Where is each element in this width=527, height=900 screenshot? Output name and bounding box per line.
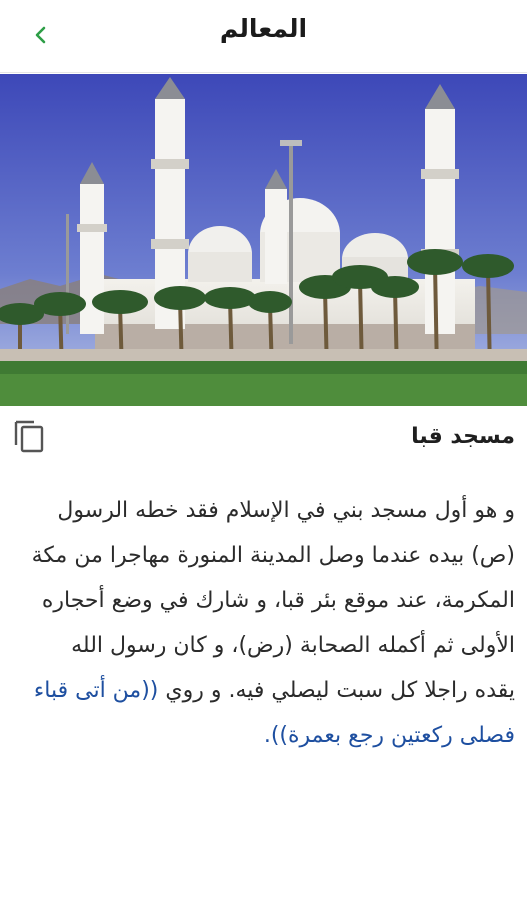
landmark-description: و هو أول مسجد بني في الإسلام فقد خطه الر… [24,488,515,758]
app-header: المعالم [0,0,527,73]
copy-button[interactable] [12,418,46,454]
hero-image [0,74,527,406]
landmark-title: مسجد قبا [411,424,515,449]
page-title: المعالم [219,14,308,43]
copy-icon [14,420,44,453]
description-text: و هو أول مسجد بني في الإسلام فقد خطه الر… [31,498,515,703]
